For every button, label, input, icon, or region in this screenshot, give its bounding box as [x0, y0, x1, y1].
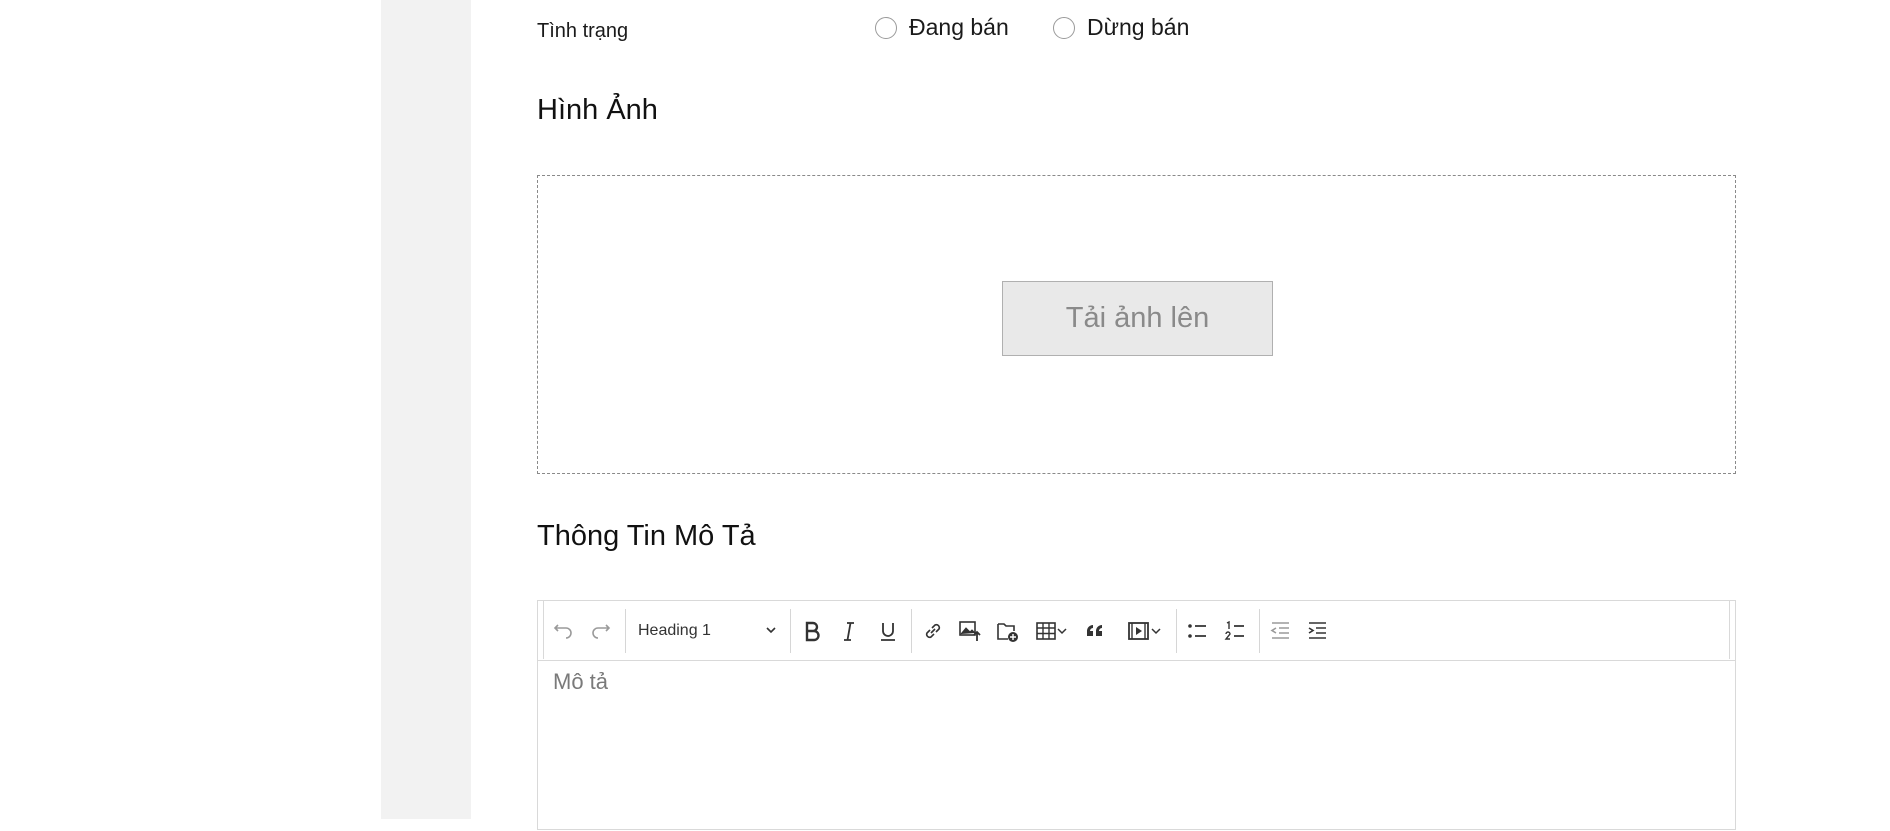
heading-select-label: Heading 1: [638, 622, 711, 639]
editor-content-area[interactable]: Mô tả: [538, 661, 1735, 831]
bulleted-list-icon[interactable]: [1183, 617, 1211, 645]
images-section-title: Hình Ảnh: [537, 94, 658, 126]
media-folder-icon[interactable]: [994, 617, 1022, 645]
blockquote-icon[interactable]: [1081, 617, 1109, 645]
rich-text-editor: Heading 1 Mô tả: [537, 600, 1736, 830]
italic-icon[interactable]: [835, 617, 863, 645]
indent-icon[interactable]: [1303, 617, 1331, 645]
radio-dung-ban[interactable]: Dừng bán: [1053, 14, 1189, 41]
numbered-list-icon[interactable]: [1221, 617, 1249, 645]
editor-toolbar: Heading 1: [538, 601, 1735, 661]
undo-icon[interactable]: [549, 617, 577, 645]
description-section-title: Thông Tin Mô Tả: [537, 520, 756, 552]
media-embed-chevron-icon[interactable]: [1148, 617, 1164, 645]
radio-dang-ban[interactable]: Đang bán: [875, 14, 1009, 41]
toolbar-separator: [1259, 609, 1260, 653]
underline-icon[interactable]: [874, 617, 902, 645]
status-label: Tình trạng: [537, 20, 629, 42]
editor-placeholder: Mô tả: [553, 669, 609, 694]
radio-circle[interactable]: [1053, 16, 1075, 39]
radio-label: Dừng bán: [1087, 14, 1190, 40]
link-icon[interactable]: [919, 617, 947, 645]
outdent-icon[interactable]: [1266, 617, 1294, 645]
toolbar-separator: [911, 609, 912, 653]
toolbar-edge: [543, 601, 544, 659]
chevron-down-icon: [764, 623, 778, 642]
toolbar-separator: [625, 609, 626, 653]
bold-icon[interactable]: [798, 617, 826, 645]
toolbar-separator: [790, 609, 791, 653]
radio-circle[interactable]: [875, 16, 897, 39]
heading-select[interactable]: Heading 1: [638, 617, 778, 645]
table-dropdown-chevron-icon[interactable]: [1054, 617, 1070, 645]
radio-label: Đang bán: [909, 14, 1009, 40]
redo-icon[interactable]: [586, 617, 614, 645]
upload-image-button[interactable]: Tải ảnh lên: [1002, 281, 1273, 356]
toolbar-edge: [1729, 601, 1730, 659]
image-upload-icon[interactable]: [956, 617, 984, 645]
toolbar-separator: [1176, 609, 1177, 653]
